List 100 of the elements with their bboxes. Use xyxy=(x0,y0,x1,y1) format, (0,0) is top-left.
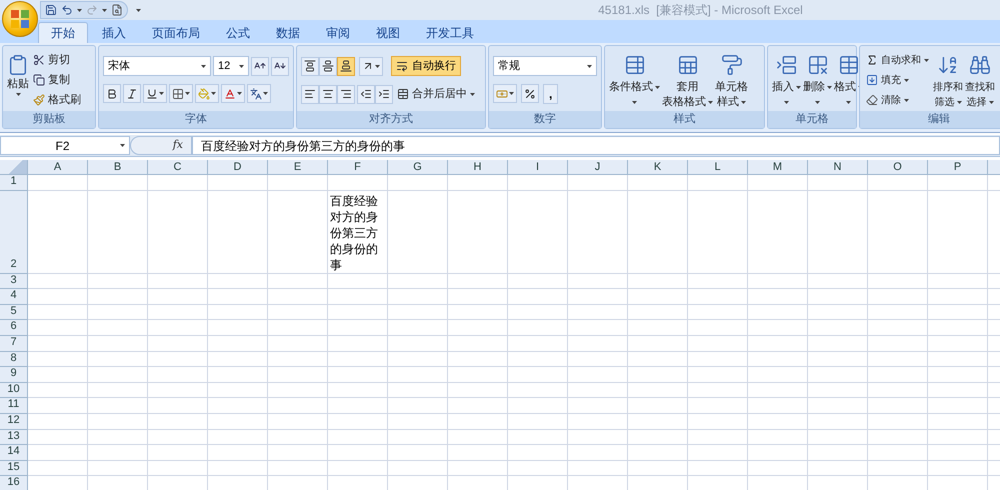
table-cell xyxy=(508,445,568,461)
table-cell xyxy=(388,430,448,446)
ribbon-tab[interactable]: 开发工具 xyxy=(414,22,486,43)
column-header[interactable]: F xyxy=(328,160,388,175)
row-header[interactable]: 2 xyxy=(0,190,28,274)
fill-color-button[interactable] xyxy=(195,84,219,103)
find-select-button[interactable]: 查找和 选择 xyxy=(965,50,995,111)
cells-button[interactable]: 格式 xyxy=(834,50,863,111)
borders-icon xyxy=(172,88,184,100)
cells-button[interactable]: 插入 xyxy=(772,50,801,111)
decrease-indent-button[interactable] xyxy=(357,84,375,104)
table-cell xyxy=(388,382,448,398)
ribbon-tab[interactable]: 审阅 xyxy=(314,22,362,43)
table-cell xyxy=(808,414,868,430)
column-header[interactable]: D xyxy=(208,160,268,175)
underline-button[interactable] xyxy=(143,84,167,103)
column-header[interactable]: C xyxy=(148,160,208,175)
column-header[interactable]: L xyxy=(688,160,748,175)
column-header[interactable]: H xyxy=(448,160,508,175)
copy-button[interactable]: 复制 xyxy=(31,70,83,90)
table-cell xyxy=(88,289,148,305)
column-header[interactable]: B xyxy=(88,160,148,175)
insert-function-button[interactable]: fx xyxy=(172,137,183,154)
font-color-button[interactable] xyxy=(221,84,245,103)
format-painter-button[interactable]: 格式刷 xyxy=(31,90,83,110)
ribbon-tab[interactable]: 公式 xyxy=(214,22,262,43)
ribbon-tab[interactable]: 视图 xyxy=(364,22,412,43)
percent-button[interactable] xyxy=(521,84,539,103)
row-header[interactable]: 12 xyxy=(0,414,28,430)
ribbon-tab[interactable]: 页面布局 xyxy=(140,22,212,43)
caret-icon xyxy=(904,78,909,82)
office-button[interactable] xyxy=(2,1,38,37)
column-header[interactable]: A xyxy=(28,160,88,175)
style-button[interactable]: 条件格式 xyxy=(609,50,660,111)
clear-button[interactable]: 清除 xyxy=(864,90,931,110)
row-header[interactable]: 15 xyxy=(0,460,28,476)
row-header[interactable]: 7 xyxy=(0,336,28,352)
column-header[interactable]: J xyxy=(568,160,628,175)
table-cell xyxy=(208,367,268,383)
paint-bucket-icon xyxy=(198,88,210,100)
column-header[interactable]: I xyxy=(508,160,568,175)
column-header[interactable]: O xyxy=(868,160,928,175)
column-header[interactable]: P xyxy=(928,160,988,175)
align-left-button[interactable] xyxy=(301,84,319,104)
style-button[interactable]: 单元格 样式 xyxy=(715,50,748,111)
row-header[interactable]: 5 xyxy=(0,304,28,320)
formula-input[interactable]: 百度经验对方的身份第三方的身份的事 xyxy=(192,136,1000,155)
row-header[interactable]: 14 xyxy=(0,445,28,461)
number-format-field[interactable]: 常规 xyxy=(493,56,597,76)
row-header[interactable]: 10 xyxy=(0,382,28,398)
italic-button[interactable] xyxy=(123,84,141,103)
bold-button[interactable] xyxy=(103,84,121,103)
cells-button[interactable]: 删除 xyxy=(803,50,832,111)
align-right-button[interactable] xyxy=(337,84,355,104)
wrap-text-button[interactable]: 自动换行 xyxy=(391,56,461,76)
column-header[interactable]: N xyxy=(808,160,868,175)
ribbon-tab[interactable]: 开始 xyxy=(38,22,88,43)
name-box[interactable]: F2 xyxy=(0,136,130,155)
table-cell xyxy=(88,398,148,414)
sort-filter-button[interactable]: 排序和 筛选 xyxy=(933,50,963,111)
row-header[interactable]: 16 xyxy=(0,476,28,490)
row-header[interactable]: 3 xyxy=(0,274,28,290)
vertical-align-button[interactable] xyxy=(301,56,319,76)
font-size-field[interactable]: 12 xyxy=(213,56,249,76)
orientation-button[interactable] xyxy=(359,56,383,76)
row-header[interactable]: 13 xyxy=(0,430,28,446)
ribbon-tab[interactable]: 插入 xyxy=(90,22,138,43)
comma-button[interactable]: , xyxy=(543,84,558,104)
underline-icon xyxy=(146,88,158,100)
cut-button[interactable]: 剪切 xyxy=(31,50,83,70)
shrink-font-button[interactable] xyxy=(271,56,289,76)
vertical-align-button[interactable] xyxy=(337,56,355,76)
row-header[interactable]: 4 xyxy=(0,289,28,305)
row-header[interactable]: 1 xyxy=(0,175,28,191)
vertical-align-button[interactable] xyxy=(319,56,337,76)
caret-icon xyxy=(846,101,851,104)
row-header[interactable]: 6 xyxy=(0,320,28,336)
table-cell xyxy=(748,367,808,383)
style-button[interactable]: 套用 表格格式 xyxy=(662,50,713,111)
borders-button[interactable] xyxy=(169,84,193,103)
fill-button[interactable]: 填充 xyxy=(864,70,931,90)
paste-button[interactable]: 粘贴 xyxy=(7,50,29,111)
row-header[interactable]: 8 xyxy=(0,352,28,368)
table-cell xyxy=(628,352,688,368)
grow-font-button[interactable] xyxy=(251,56,269,76)
table-cell xyxy=(208,336,268,352)
row-header[interactable]: 11 xyxy=(0,398,28,414)
phonetic-button[interactable] xyxy=(247,84,271,103)
column-header[interactable]: M xyxy=(748,160,808,175)
table-cell xyxy=(868,336,928,352)
row-header[interactable]: 9 xyxy=(0,367,28,383)
ribbon-tab[interactable]: 数据 xyxy=(264,22,312,43)
column-header[interactable]: E xyxy=(268,160,328,175)
column-header[interactable]: K xyxy=(628,160,688,175)
font-name-field[interactable]: 宋体 xyxy=(103,56,211,76)
column-header[interactable]: G xyxy=(388,160,448,175)
autosum-button[interactable]: 自动求和 xyxy=(864,50,931,70)
align-center-button[interactable] xyxy=(319,84,337,104)
merge-center-button[interactable]: 合并后居中 xyxy=(395,84,477,104)
increase-indent-button[interactable] xyxy=(375,84,393,104)
